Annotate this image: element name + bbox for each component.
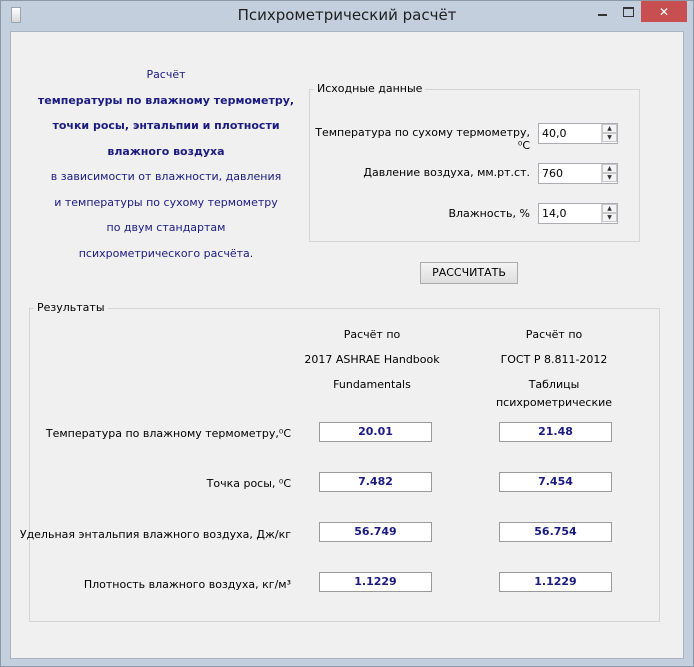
- pressure-value[interactable]: 760: [542, 167, 563, 180]
- humidity-spin-arrows: ▲ ▼: [601, 204, 617, 223]
- dry-temp-value[interactable]: 40,0: [542, 127, 567, 140]
- ashrae-header-line: Расчёт по: [343, 328, 401, 341]
- pressure-spin-arrows: ▲ ▼: [601, 164, 617, 183]
- density-gost-value[interactable]: 1.1229: [499, 572, 612, 592]
- wet-bulb-gost-value[interactable]: 21.48: [499, 422, 612, 442]
- gost-header-line: Таблицы психрометрические: [495, 378, 613, 409]
- spin-down-icon[interactable]: ▼: [602, 213, 617, 222]
- intro-line: температуры по влажному термометру,: [37, 93, 295, 107]
- wet-bulb-ashrae-value[interactable]: 20.01: [319, 422, 432, 442]
- title-bar[interactable]: Психрометрический расчёт ✕: [1, 1, 693, 31]
- pressure-spinbox[interactable]: 760 ▲ ▼: [538, 163, 618, 184]
- input-group-label: Исходные данные: [314, 82, 426, 95]
- enthalpy-ashrae-value[interactable]: 56.749: [319, 522, 432, 542]
- maximize-button[interactable]: [615, 1, 641, 22]
- humidity-label: Влажность, %: [448, 207, 530, 220]
- ashrae-header-line: Fundamentals: [333, 378, 411, 391]
- wet-bulb-label: Температура по влажному термометру,⁰С: [45, 427, 291, 440]
- minimize-icon: [597, 13, 607, 16]
- spin-up-icon[interactable]: ▲: [602, 164, 617, 173]
- gost-header-line: ГОСТ Р 8.811-2012: [500, 353, 608, 366]
- intro-line: психрометрического расчёта.: [78, 246, 254, 260]
- intro-line: по двум стандартам: [106, 221, 226, 234]
- intro-description: Расчёт температуры по влажному термометр…: [31, 65, 301, 269]
- close-icon: ✕: [658, 4, 670, 19]
- density-label: Плотность влажного воздуха, кг/м³: [83, 578, 291, 591]
- app-window: Психрометрический расчёт ✕ Расчёт темпер…: [0, 0, 694, 667]
- minimize-button[interactable]: [589, 1, 615, 22]
- dew-point-gost-value[interactable]: 7.454: [499, 472, 612, 492]
- spin-up-icon[interactable]: ▲: [602, 124, 617, 133]
- intro-line: в зависимости от влажности, давления: [50, 170, 282, 183]
- pressure-label: Давление воздуха, мм.рт.ст.: [363, 166, 530, 179]
- humidity-value[interactable]: 14,0: [542, 207, 567, 220]
- enthalpy-label: Удельная энтальпия влажного воздуха, Дж/…: [19, 528, 291, 541]
- dew-point-label: Точка росы, ⁰С: [206, 477, 291, 490]
- intro-line: Расчёт: [146, 68, 186, 81]
- gost-header-line: Расчёт по: [525, 328, 583, 341]
- calculate-button[interactable]: РАССЧИТАТЬ: [420, 262, 518, 284]
- intro-line: точки росы, энтальпии и плотности: [52, 119, 280, 132]
- gost-column-header: Расчёт по ГОСТ Р 8.811-2012 Таблицы псих…: [474, 326, 634, 409]
- results-group-label: Результаты: [34, 301, 108, 314]
- density-ashrae-value[interactable]: 1.1229: [319, 572, 432, 592]
- maximize-icon: [622, 6, 634, 17]
- ashrae-header-line: 2017 ASHRAE Handbook: [304, 353, 440, 366]
- spin-up-icon[interactable]: ▲: [602, 204, 617, 213]
- dry-temp-spinbox[interactable]: 40,0 ▲ ▼: [538, 123, 618, 144]
- intro-line: влажного воздуха: [107, 144, 225, 158]
- humidity-spinbox[interactable]: 14,0 ▲ ▼: [538, 203, 618, 224]
- spin-down-icon[interactable]: ▼: [602, 173, 617, 182]
- dry-temp-spin-arrows: ▲ ▼: [601, 124, 617, 143]
- dry-temp-label: Температура по сухому термометру, ⁰С: [315, 126, 530, 152]
- close-button[interactable]: ✕: [641, 1, 687, 22]
- intro-line: и температуры по сухому термометру: [54, 195, 278, 209]
- spin-down-icon[interactable]: ▼: [602, 133, 617, 142]
- dew-point-ashrae-value[interactable]: 7.482: [319, 472, 432, 492]
- ashrae-column-header: Расчёт по 2017 ASHRAE Handbook Fundament…: [292, 326, 452, 401]
- enthalpy-gost-value[interactable]: 56.754: [499, 522, 612, 542]
